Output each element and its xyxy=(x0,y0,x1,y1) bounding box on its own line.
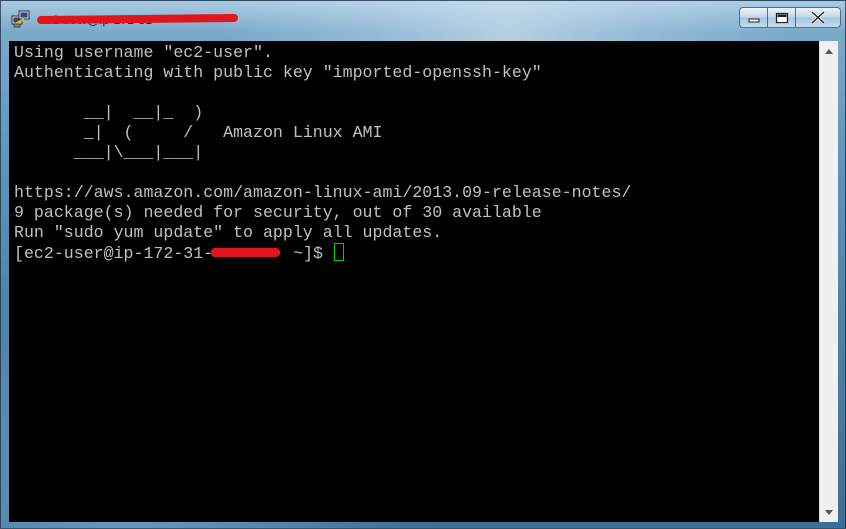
ascii-logo-line: ___|\___|___| xyxy=(14,143,204,162)
putty-icon[interactable] xyxy=(11,10,31,28)
text-cursor xyxy=(333,243,344,261)
minimize-icon xyxy=(748,18,759,22)
release-notes-url: https://aws.amazon.com/amazon-linux-ami/… xyxy=(14,183,632,202)
minimize-button[interactable] xyxy=(739,7,767,28)
terminal-line: 9 package(s) needed for security, out of… xyxy=(14,203,542,222)
scroll-down-button[interactable] xyxy=(820,503,838,521)
close-icon xyxy=(810,11,826,24)
chevron-down-icon xyxy=(825,509,833,515)
scroll-up-button[interactable] xyxy=(820,42,838,60)
maximize-button[interactable] xyxy=(767,7,795,28)
title-redaction xyxy=(36,13,239,25)
ascii-logo-line: __| __|_ ) xyxy=(14,103,204,122)
shell-prompt: [ec2-user@ip-172-31- ~]$ xyxy=(14,243,344,263)
prompt-suffix: ~]$ xyxy=(283,244,333,263)
terminal-line: Authenticating with public key "imported… xyxy=(14,63,542,82)
terminal-line: Using username "ec2-user". xyxy=(14,43,273,62)
chevron-up-icon xyxy=(825,48,833,54)
ascii-logo-line: _| ( / Amazon Linux AMI xyxy=(14,123,383,142)
terminal-line: Run "sudo yum update" to apply all updat… xyxy=(14,223,443,242)
scroll-track[interactable] xyxy=(820,61,838,502)
putty-window: ec2-user@ip-172-31- xyxy=(0,0,846,529)
prompt-prefix: [ec2-user@ip-172-31- xyxy=(14,244,214,263)
hostname-redaction xyxy=(211,243,283,263)
maximize-icon xyxy=(775,12,788,23)
close-button[interactable] xyxy=(795,7,841,28)
vertical-scrollbar[interactable] xyxy=(819,41,838,522)
caption-buttons xyxy=(739,7,841,28)
terminal-screen[interactable]: Using username "ec2-user". Authenticatin… xyxy=(9,41,819,522)
title-bar[interactable]: ec2-user@ip-172-31- xyxy=(1,1,846,35)
